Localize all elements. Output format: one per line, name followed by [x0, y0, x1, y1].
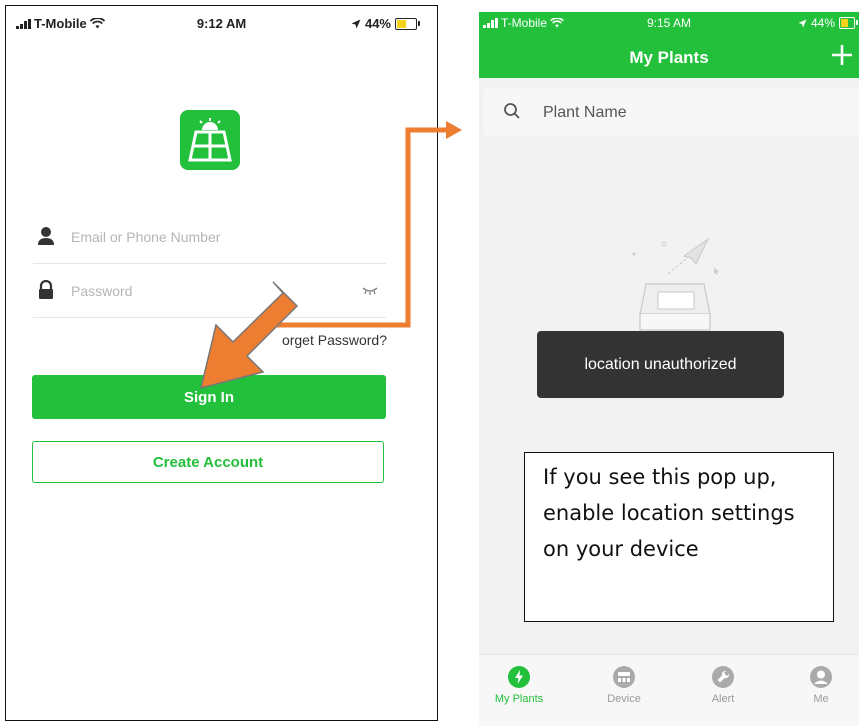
location-arrow-icon: [351, 19, 361, 28]
tab-alert[interactable]: Alert: [688, 665, 758, 705]
status-bar: T-Mobile 9:12 AM 44%: [6, 6, 437, 40]
user-icon: [810, 666, 832, 688]
create-account-button[interactable]: Create Account: [32, 441, 384, 483]
tab-bar: My Plants Device Alert Me: [479, 654, 859, 726]
solar-panel-icon: [188, 118, 232, 162]
battery-percent: 44%: [364, 16, 391, 31]
app-logo: [180, 110, 240, 170]
tab-my-plants[interactable]: My Plants: [484, 665, 554, 705]
tab-device[interactable]: Device: [589, 665, 659, 705]
tab-label: My Plants: [494, 693, 544, 705]
tab-label: Alert: [711, 693, 735, 705]
empty-box-icon: [632, 237, 719, 331]
status-right: 44%: [351, 16, 420, 31]
search-input[interactable]: [541, 100, 845, 126]
battery-percent: 44%: [810, 16, 835, 30]
show-password-icon[interactable]: [362, 286, 378, 295]
tab-label: Me: [813, 693, 829, 705]
status-bar: T-Mobile 9:15 AM 44%: [479, 12, 859, 36]
flow-arrowhead: [446, 121, 462, 139]
bolt-icon: [508, 666, 530, 688]
login-screen: T-Mobile 9:12 AM 44% orget Password? Sig…: [5, 5, 438, 721]
wrench-icon: [712, 666, 734, 688]
email-field[interactable]: [69, 223, 353, 251]
search-icon: [504, 103, 520, 119]
location-unauthorized-toast: location unauthorized: [537, 331, 784, 398]
add-plant-button[interactable]: [827, 40, 857, 70]
sign-in-button[interactable]: Sign In: [32, 375, 386, 419]
device-icon: [613, 666, 635, 688]
page-title: My Plants: [629, 48, 709, 67]
status-right: 44%: [798, 16, 858, 30]
location-arrow-icon: [798, 18, 807, 28]
battery-icon: [839, 17, 858, 29]
tab-me[interactable]: Me: [786, 665, 856, 705]
plus-icon: [832, 45, 852, 65]
password-row: [33, 264, 386, 318]
header-bar: T-Mobile 9:15 AM 44% My Plants: [479, 12, 859, 78]
lock-icon: [39, 280, 53, 299]
forgot-password-link[interactable]: orget Password?: [282, 332, 387, 348]
battery-icon: [395, 17, 420, 30]
email-row: [33, 210, 386, 264]
tab-label: Device: [607, 693, 641, 705]
search-bar: [483, 88, 859, 136]
user-icon: [38, 227, 54, 245]
password-field[interactable]: [69, 277, 353, 305]
annotation-note: If you see this pop up, enable location …: [524, 452, 834, 622]
